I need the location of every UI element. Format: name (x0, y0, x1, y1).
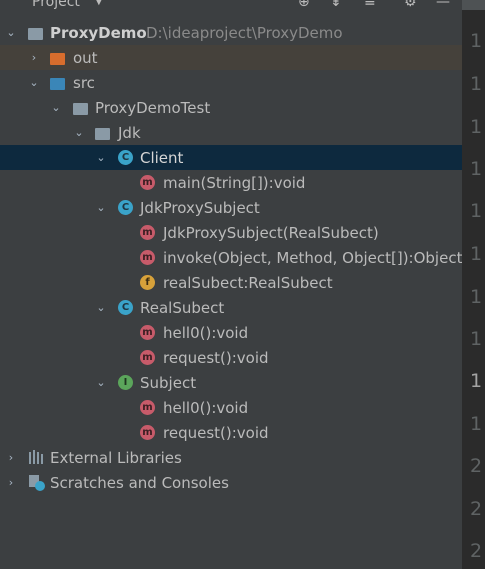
field-label: realSubect:RealSubect (163, 273, 333, 292)
method-icon: m (140, 325, 155, 340)
line-number: 1 (470, 158, 483, 180)
tree-row-method[interactable]: m hell0():void (0, 395, 462, 420)
project-name: ProxyDemo (50, 23, 147, 42)
project-path: D:\ideaproject\ProxyDemo (146, 23, 343, 42)
src-label: src (73, 73, 95, 92)
library-icon (28, 449, 44, 465)
method-label: main(String[]):void (163, 173, 306, 192)
chevron-down-icon[interactable]: ⌄ (96, 152, 106, 163)
chevron-down-icon[interactable]: ⌄ (6, 27, 16, 38)
line-number: 2 (470, 498, 483, 520)
tree-row-scratches[interactable]: › Scratches and Consoles (0, 470, 462, 495)
project-toolbar: Project ▼ ⊕ ⇟ ≡ ⚙ — (0, 0, 462, 13)
out-label: out (73, 48, 98, 67)
tree-row-method[interactable]: m invoke(Object, Method, Object[]):Objec… (0, 245, 462, 270)
excluded-folder-icon (50, 52, 65, 65)
chevron-down-icon[interactable]: ⌄ (29, 77, 39, 88)
class-icon: C (118, 300, 133, 315)
method-icon: m (140, 350, 155, 365)
tree-row-out[interactable]: › out (0, 45, 462, 70)
method-label: JdkProxySubject(RealSubect) (163, 223, 379, 242)
tree-row-external-libraries[interactable]: › External Libraries (0, 445, 462, 470)
tree-row-realsubect[interactable]: ⌄ C RealSubect (0, 295, 462, 320)
tree-row-method[interactable]: m main(String[]):void (0, 170, 462, 195)
tree-row-project[interactable]: ⌄ ProxyDemo D:\ideaproject\ProxyDemo (0, 20, 462, 45)
scratches-icon (28, 474, 45, 491)
interface-icon: I (118, 375, 133, 390)
tree-row-client[interactable]: ⌄ C Client (0, 145, 462, 170)
chevron-right-icon[interactable]: › (6, 477, 16, 488)
line-number: 1 (470, 413, 483, 435)
chevron-right-icon[interactable]: › (29, 52, 39, 63)
package-icon (95, 127, 110, 140)
tree-row-jdkproxysubject[interactable]: ⌄ C JdkProxySubject (0, 195, 462, 220)
abstract-method-icon: m (140, 400, 155, 415)
client-label: Client (140, 148, 184, 167)
scratches-label: Scratches and Consoles (50, 473, 229, 492)
external-libraries-label: External Libraries (50, 448, 182, 467)
view-dropdown-icon[interactable]: ▼ (95, 0, 103, 7)
method-label: invoke(Object, Method, Object[]):Object (163, 248, 463, 267)
method-label: hell0():void (163, 398, 249, 417)
chevron-down-icon[interactable]: ⌄ (96, 202, 106, 213)
method-icon: m (140, 175, 155, 190)
gear-icon[interactable]: ⚙ (404, 0, 417, 10)
current-line-number: 1 (470, 370, 483, 392)
tree-row-field[interactable]: f realSubect:RealSubect (0, 270, 462, 295)
class-label: RealSubect (140, 298, 225, 317)
package-label: ProxyDemoTest (95, 98, 211, 117)
line-number: 1 (470, 73, 483, 95)
interface-label: Subject (140, 373, 197, 392)
line-number: 1 (470, 328, 483, 350)
abstract-method-icon: m (140, 425, 155, 440)
tree-row-subpackage[interactable]: ⌄ Jdk (0, 120, 462, 145)
minimize-icon[interactable]: — (436, 0, 450, 10)
field-icon: f (140, 275, 155, 290)
panel-title[interactable]: Project (32, 0, 80, 10)
method-label: request():void (163, 423, 269, 442)
line-number: 1 (470, 243, 483, 265)
module-folder-icon (28, 27, 43, 40)
editor-tab[interactable] (462, 0, 485, 10)
chevron-right-icon[interactable]: › (6, 452, 16, 463)
chevron-down-icon[interactable]: ⌄ (96, 377, 106, 388)
package-icon (73, 102, 88, 115)
line-number: 1 (470, 200, 483, 222)
chevron-down-icon[interactable]: ⌄ (51, 102, 61, 113)
method-label: hell0():void (163, 323, 249, 342)
method-icon: m (140, 225, 155, 240)
tree-row-subject[interactable]: ⌄ I Subject (0, 370, 462, 395)
editor-gutter: 1 1 1 1 1 1 1 1 1 1 2 2 2 (462, 0, 485, 569)
tree-row-method[interactable]: m request():void (0, 345, 462, 370)
line-number: 2 (470, 540, 483, 562)
class-icon: C (118, 200, 133, 215)
tree-row-method[interactable]: m JdkProxySubject(RealSubect) (0, 220, 462, 245)
line-number: 1 (470, 116, 483, 138)
class-icon: C (118, 150, 133, 165)
line-number: 1 (470, 286, 483, 308)
chevron-down-icon[interactable]: ⌄ (96, 302, 106, 313)
collapse-all-icon[interactable]: ⇟ (330, 0, 342, 10)
expand-icon[interactable]: ≡ (364, 0, 376, 10)
method-icon: m (140, 250, 155, 265)
tree-row-method[interactable]: m hell0():void (0, 320, 462, 345)
tree-row-package[interactable]: ⌄ ProxyDemoTest (0, 95, 462, 120)
tree-row-method[interactable]: m request():void (0, 420, 462, 445)
class-label: JdkProxySubject (140, 198, 260, 217)
line-number: 2 (470, 455, 483, 477)
source-folder-icon (50, 77, 65, 90)
globe-icon[interactable]: ⊕ (298, 0, 310, 10)
line-number: 1 (470, 30, 483, 52)
tree-row-src[interactable]: ⌄ src (0, 70, 462, 95)
subpackage-label: Jdk (118, 123, 141, 142)
method-label: request():void (163, 348, 269, 367)
chevron-down-icon[interactable]: ⌄ (74, 127, 84, 138)
